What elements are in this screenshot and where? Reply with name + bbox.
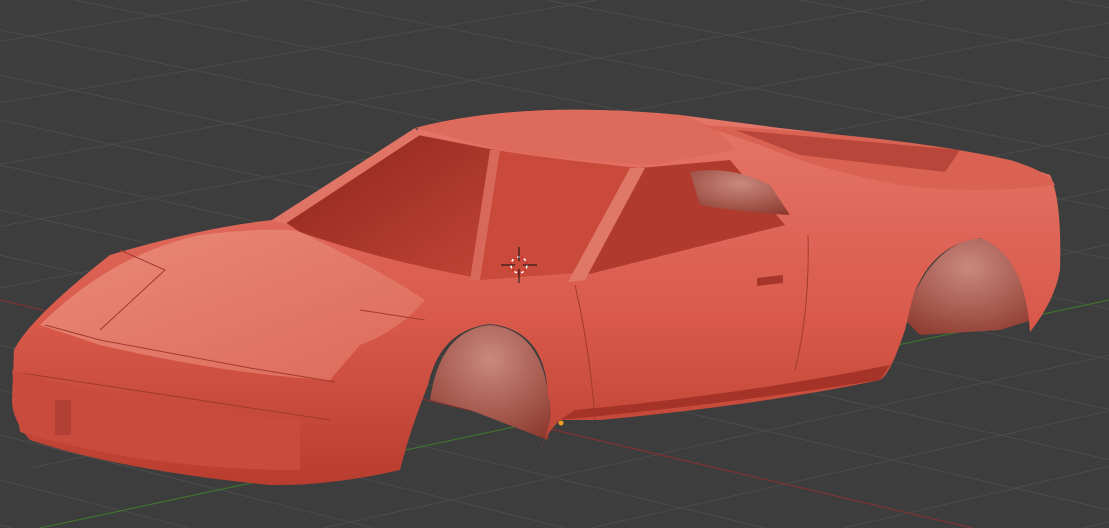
3d-viewport[interactable] bbox=[0, 0, 1109, 528]
grid-line bbox=[799, 0, 1109, 59]
viewport-canvas[interactable] bbox=[0, 0, 1109, 528]
grid-line bbox=[1082, 521, 1109, 528]
grid-line bbox=[0, 0, 249, 42]
license-plate-recess bbox=[55, 400, 71, 435]
grid-line bbox=[843, 465, 1109, 528]
grid-line bbox=[590, 410, 1109, 528]
object-origin[interactable] bbox=[558, 420, 564, 426]
grid-line bbox=[1066, 0, 1109, 9]
grid-line bbox=[546, 0, 1109, 109]
car-body-mesh[interactable] bbox=[12, 109, 1061, 486]
grid-line bbox=[0, 479, 190, 528]
